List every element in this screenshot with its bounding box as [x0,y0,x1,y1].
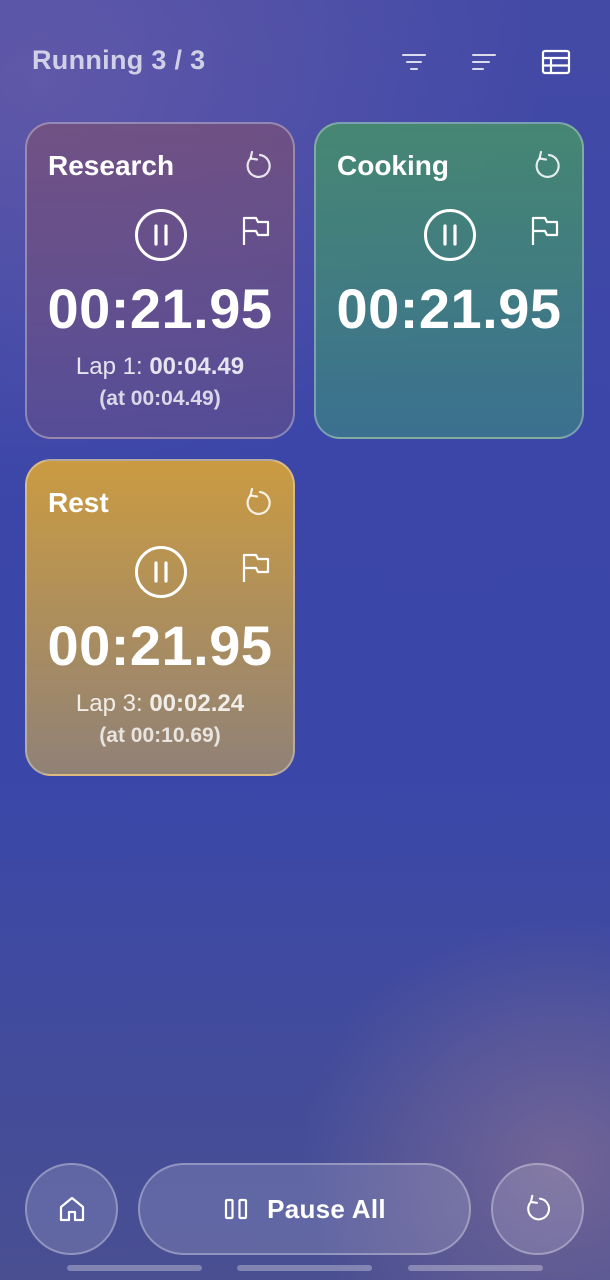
timer-card-research[interactable]: Research 00:21.95 Lap 1: 00:04.49 (at 00… [25,122,295,439]
timer-name: Research [48,150,175,181]
lap-at-time: (at 00:04.49) [99,387,221,410]
filter-button[interactable] [396,44,432,80]
lap-info: Lap 1: 00:04.49 [27,353,293,381]
sort-icon [472,54,496,70]
nav-handle [237,1265,372,1271]
timer-name: Cooking [337,150,449,181]
pause-all-button[interactable]: Pause All [138,1163,471,1255]
pause-icon [424,209,476,261]
reset-timer-button[interactable] [240,148,276,184]
lap-flag-button[interactable] [239,214,273,248]
reset-icon [535,150,560,178]
nav-handle [67,1265,202,1271]
elapsed-time: 00:21.95 [47,614,273,677]
page-title: Running 3 / 3 [32,45,206,75]
lap-label: Lap 3: [75,690,150,717]
nav-handle [408,1265,543,1271]
lap-flag-button[interactable] [239,551,273,585]
lap-time: 00:04.49 [149,353,245,380]
lap-at-time: (at 00:10.69) [99,724,221,747]
lap-info: Lap 3: 00:02.24 [27,690,293,718]
lap-label: Lap 1: [75,353,150,380]
pause-timer-button[interactable] [134,208,188,262]
elapsed-time: 00:21.95 [336,277,562,340]
reset-icon [246,150,271,178]
elapsed-time: 00:21.95 [47,277,273,340]
table-view-icon [541,49,571,75]
reset-icon [246,487,271,515]
home-icon [59,1196,84,1222]
reset-timer-button[interactable] [240,485,276,521]
pause-icon [135,209,187,261]
sort-button[interactable] [466,44,502,80]
pause-all-label: Pause All [267,1193,386,1224]
top-bar: Running 3 / 3 [0,0,610,122]
reset-timer-button[interactable] [529,148,565,184]
flag-icon [242,553,270,582]
table-view-button[interactable] [538,44,574,80]
pause-icon [135,546,187,598]
lap-time: 00:02.24 [149,690,245,717]
pause-icon [224,1198,248,1220]
timer-card-rest[interactable]: Rest 00:21.95 Lap 3: 00:02.24 (at 00:10.… [25,459,295,776]
flag-icon [242,216,270,245]
pause-timer-button[interactable] [423,208,477,262]
flag-icon [531,216,559,245]
pause-timer-button[interactable] [134,545,188,599]
lap-flag-button[interactable] [528,214,562,248]
home-button[interactable] [25,1163,118,1255]
reset-icon [526,1194,550,1221]
timer-name: Rest [48,487,109,518]
timer-card-cooking[interactable]: Cooking 00:21.95 [314,122,584,439]
filter-icon [402,54,426,70]
reset-all-button[interactable] [491,1163,584,1255]
